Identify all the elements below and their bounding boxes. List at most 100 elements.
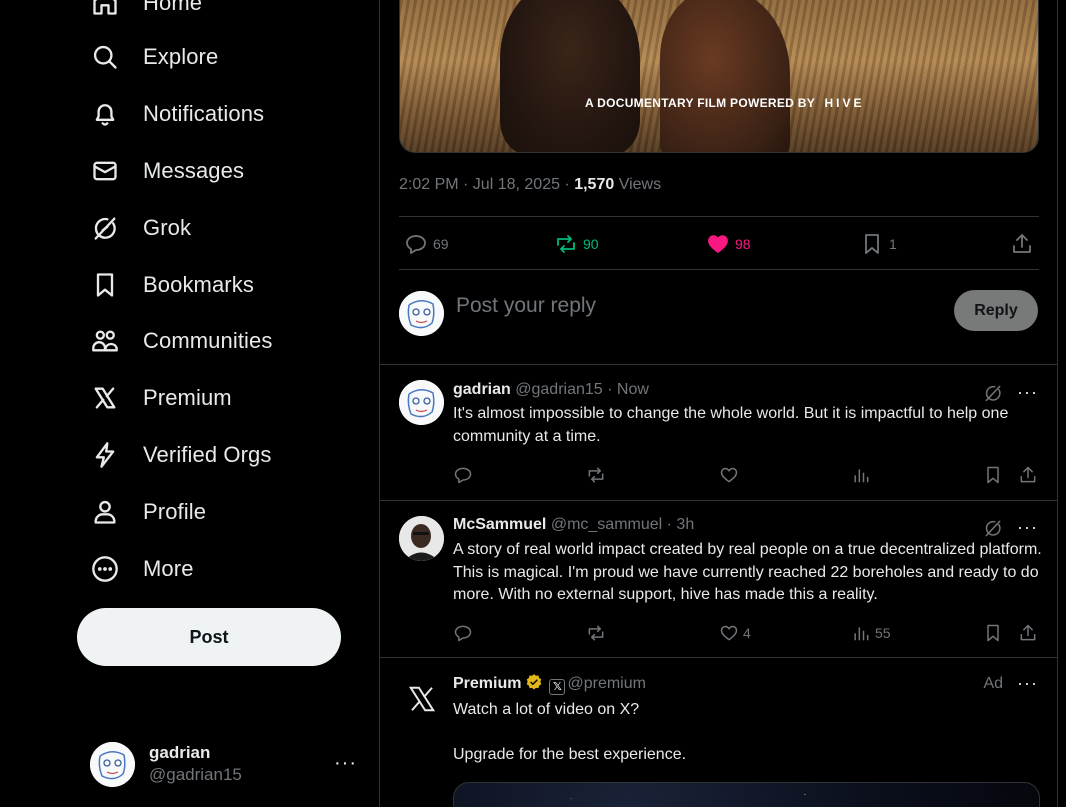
bookmark-icon xyxy=(90,270,120,300)
grok-icon xyxy=(90,213,120,243)
like-action[interactable]: 4 xyxy=(719,623,751,643)
ad-media-starfield xyxy=(454,783,1039,807)
post-button[interactable]: Post xyxy=(77,608,341,666)
reply-post[interactable]: gadrian @gadrian15 · Now ··· It's almost… xyxy=(380,364,1058,501)
repost-icon xyxy=(588,625,604,641)
person-icon xyxy=(90,497,120,527)
author-handle[interactable]: @mc_sammuel xyxy=(551,516,662,533)
nav-explore[interactable]: Explore xyxy=(90,32,218,82)
nav-label: Communities xyxy=(143,328,273,353)
bookmark-action[interactable]: 1 xyxy=(860,231,897,257)
tweet-action-bar: 69 90 98 1 xyxy=(399,216,1039,270)
heart-icon xyxy=(720,467,738,483)
repost-action[interactable] xyxy=(586,465,606,485)
search-icon xyxy=(90,42,120,72)
nav-home[interactable]: Home xyxy=(90,0,202,28)
communities-icon xyxy=(90,326,120,356)
more-options-icon[interactable]: ··· xyxy=(1017,382,1038,403)
tweet-media-image[interactable]: A DOCUMENTARY FILM POWERED BY HIVE xyxy=(399,0,1039,153)
reply-action[interactable] xyxy=(453,465,473,485)
like-action[interactable] xyxy=(719,465,739,485)
avatar[interactable] xyxy=(399,380,444,425)
reply-icon xyxy=(406,235,426,254)
nav-verified-orgs[interactable]: Verified Orgs xyxy=(90,430,271,480)
views-count: 55 xyxy=(875,625,891,641)
repost-count: 90 xyxy=(583,236,599,252)
avatar-photo-icon xyxy=(399,516,444,561)
repost-icon xyxy=(557,235,575,253)
x-logo-icon xyxy=(90,383,120,413)
reply-icon xyxy=(454,625,472,642)
affiliate-x-badge-icon: 𝕏 xyxy=(549,679,566,695)
bookmark-count: 1 xyxy=(889,236,897,252)
tweet-timestamp[interactable]: 2:02 PM · Jul 18, 2025 · xyxy=(399,176,574,193)
verified-gold-badge-icon xyxy=(527,674,542,690)
reply-input[interactable] xyxy=(456,294,936,318)
ad-label: Ad xyxy=(983,674,1004,692)
reply-action[interactable] xyxy=(453,623,473,643)
promoted-post[interactable]: Premium 𝕏 @premium Ad ··· Watch a lot of v… xyxy=(380,657,1058,807)
reply-count: 69 xyxy=(433,236,449,252)
author-name[interactable]: gadrian xyxy=(453,381,511,398)
share-icon xyxy=(1013,234,1031,253)
avatar xyxy=(399,291,444,336)
nav-grok[interactable]: Grok xyxy=(90,203,191,253)
nav-label: Profile xyxy=(143,499,207,524)
author-handle[interactable]: @premium xyxy=(567,675,645,692)
analytics-icon xyxy=(854,469,869,483)
ad-line-1: Watch a lot of video on X? xyxy=(453,701,640,718)
ad-media-card[interactable] xyxy=(453,782,1040,807)
nav-premium[interactable]: Premium xyxy=(90,373,232,423)
more-options-icon[interactable]: ··· xyxy=(1017,517,1038,538)
post-text: A story of real world impact created by … xyxy=(453,541,1042,603)
author-name[interactable]: McSammuel xyxy=(453,516,546,533)
author-handle[interactable]: @gadrian15 xyxy=(515,381,602,398)
like-action[interactable]: 98 xyxy=(706,231,751,257)
app-window: Home Explore Notifications Messages Grok xyxy=(0,0,1066,807)
share-action[interactable] xyxy=(1018,623,1038,643)
more-options-icon[interactable]: ··· xyxy=(1017,673,1038,694)
share-icon xyxy=(1020,466,1036,483)
avatar[interactable] xyxy=(399,676,444,721)
share-action[interactable] xyxy=(1018,465,1038,485)
share-action[interactable] xyxy=(1010,231,1034,257)
bookmark-icon xyxy=(865,234,879,254)
bookmark-icon xyxy=(987,624,999,642)
account-more-icon[interactable]: ··· xyxy=(334,752,357,775)
repost-action[interactable] xyxy=(586,623,606,643)
post-time[interactable]: · 3h xyxy=(662,516,695,533)
analytics-icon xyxy=(854,627,869,641)
post-top-right: Ad ··· xyxy=(983,673,1038,694)
views-action[interactable] xyxy=(851,465,871,485)
bookmark-action[interactable] xyxy=(983,465,1003,485)
post-top-right: ··· xyxy=(983,517,1038,538)
avatar[interactable] xyxy=(399,516,444,561)
nav-more[interactable]: More xyxy=(90,544,194,594)
account-switcher[interactable]: gadrian @gadrian15 ··· xyxy=(90,738,365,790)
repost-action[interactable]: 90 xyxy=(554,231,599,257)
post-header: Premium 𝕏 @premium xyxy=(453,673,646,695)
grok-icon[interactable] xyxy=(983,383,1003,403)
grok-icon[interactable] xyxy=(983,518,1003,538)
nav-messages[interactable]: Messages xyxy=(90,146,244,196)
account-names: gadrian @gadrian15 xyxy=(149,742,242,786)
bookmark-action[interactable] xyxy=(983,623,1003,643)
reply-button[interactable]: Reply xyxy=(954,290,1038,331)
nav-profile[interactable]: Profile xyxy=(90,487,206,537)
reply-post[interactable]: McSammuel @mc_sammuel · 3h ··· A story o… xyxy=(380,500,1058,658)
tweet-views-count: 1,570 xyxy=(574,176,615,193)
views-action[interactable]: 55 xyxy=(851,623,891,643)
author-name[interactable]: Premium xyxy=(453,675,521,692)
avatar-sketch-icon xyxy=(399,380,444,425)
ad-line-2: Upgrade for the best experience. xyxy=(453,745,687,763)
nav-bookmarks[interactable]: Bookmarks xyxy=(90,260,254,310)
reply-action[interactable]: 69 xyxy=(404,231,449,257)
line-break xyxy=(453,722,1043,744)
nav-communities[interactable]: Communities xyxy=(90,316,272,366)
nav-label: Bookmarks xyxy=(143,272,254,297)
nav-label: Notifications xyxy=(143,101,265,126)
post-text: Watch a lot of video on X? Upgrade for t… xyxy=(453,699,1043,766)
post-time[interactable]: · Now xyxy=(603,381,649,398)
like-count: 4 xyxy=(743,625,751,641)
nav-notifications[interactable]: Notifications xyxy=(90,89,264,139)
